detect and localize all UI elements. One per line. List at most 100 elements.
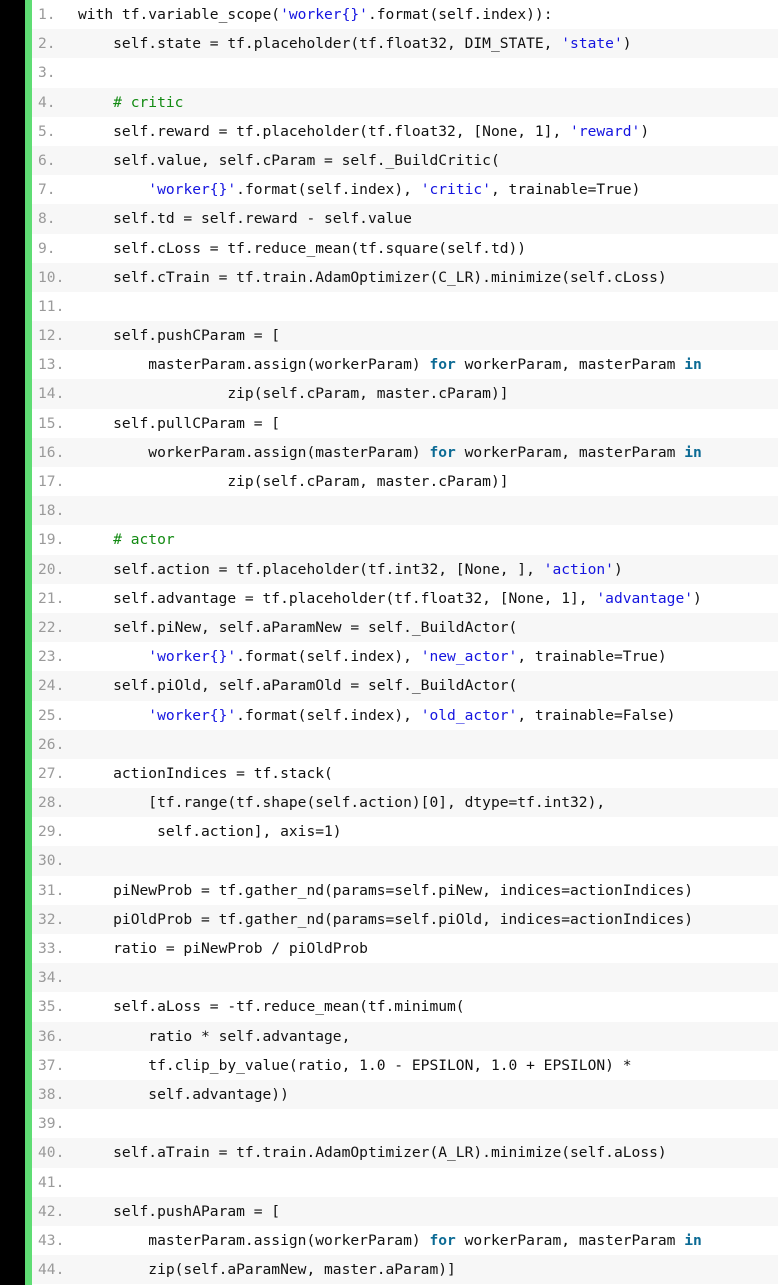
code-content-area[interactable]: 1. with tf.variable_scope('worker{}'.form…: [32, 0, 778, 1285]
line-text: with tf.variable_scope('worker{}'.format…: [78, 6, 552, 23]
token-plain: workerParam, masterParam: [455, 356, 685, 374]
line-text: self.advantage)): [78, 1086, 289, 1103]
code-line[interactable]: 21. self.advantage = tf.placeholder(tf.f…: [32, 583, 778, 613]
token-plain: self.reward = tf.placeholder(tf.float32,…: [78, 122, 571, 140]
code-line[interactable]: 23. 'worker{}'.format(self.index), 'new_…: [32, 642, 778, 672]
code-line[interactable]: 43. masterParam.assign(workerParam) for …: [32, 1225, 778, 1256]
line-text: self.aLoss = -tf.reduce_mean(tf.minimum(: [78, 998, 464, 1015]
code-line[interactable]: 3.: [32, 58, 778, 88]
code-line[interactable]: 5. self.reward = tf.placeholder(tf.float…: [32, 116, 778, 146]
code-line[interactable]: 14. zip(self.cParam, master.cParam)]: [32, 379, 778, 409]
line-number: 23.: [38, 648, 65, 666]
line-number: 4.: [38, 93, 56, 111]
code-line[interactable]: 30.: [32, 846, 778, 876]
line-text: # critic: [78, 94, 183, 111]
code-line[interactable]: 11.: [32, 291, 778, 322]
token-plain: zip(self.cParam, master.cParam)]: [78, 473, 509, 490]
code-line[interactable]: 25. 'worker{}'.format(self.index), 'old_…: [32, 700, 778, 730]
token-plain: , trainable=False): [517, 706, 676, 724]
line-number: 31.: [38, 881, 65, 899]
line-number: 27.: [38, 764, 65, 782]
code-line[interactable]: 19. # actor: [32, 525, 778, 555]
token-plain: ): [622, 35, 632, 53]
code-line[interactable]: 16. workerParam.assign(masterParam) for …: [32, 437, 778, 467]
code-line[interactable]: 7. 'worker{}'.format(self.index), 'criti…: [32, 175, 778, 205]
code-line[interactable]: 31. piNewProb = tf.gather_nd(params=self…: [32, 875, 778, 905]
code-line[interactable]: 9. self.cLoss = tf.reduce_mean(tf.square…: [32, 233, 778, 263]
code-line[interactable]: 15. self.pullCParam = [: [32, 408, 778, 438]
line-text: self.value, self.cParam = self._BuildCri…: [78, 152, 500, 169]
code-line[interactable]: 12. self.pushCParam = [: [32, 321, 778, 351]
code-line[interactable]: 2. self.state = tf.placeholder(tf.float3…: [32, 29, 778, 59]
code-line[interactable]: 39.: [32, 1109, 778, 1139]
line-text: actionIndices = tf.stack(: [78, 765, 333, 782]
code-line[interactable]: 10. self.cTrain = tf.train.AdamOptimizer…: [32, 262, 778, 292]
code-line[interactable]: 40. self.aTrain = tf.train.AdamOptimizer…: [32, 1138, 778, 1168]
token-string: 'critic': [420, 181, 491, 199]
line-number: 36.: [38, 1027, 65, 1045]
token-keyword: in: [684, 1231, 702, 1249]
token-plain: self.value, self.cParam = self._BuildCri…: [78, 151, 500, 169]
code-line[interactable]: 1. with tf.variable_scope('worker{}'.form…: [32, 0, 778, 30]
code-line[interactable]: 24. self.piOld, self.aParamOld = self._B…: [32, 671, 778, 701]
line-text: self.piOld, self.aParamOld = self._Build…: [78, 677, 517, 694]
code-line[interactable]: 34.: [32, 963, 778, 993]
code-line[interactable]: 33. ratio = piNewProb / piOldProb: [32, 934, 778, 964]
line-number: 10.: [38, 268, 65, 286]
token-plain: self.piNew, self.aParamNew = self._Build…: [78, 618, 518, 636]
code-line[interactable]: 8. self.td = self.reward - self.value: [32, 204, 778, 234]
line-number: 6.: [38, 151, 56, 169]
code-line[interactable]: 42. self.pushAParam = [: [32, 1196, 778, 1226]
code-line[interactable]: 44. zip(self.aParamNew, master.aParam)]: [32, 1255, 778, 1285]
code-line[interactable]: 22. self.piNew, self.aParamNew = self._B…: [32, 612, 778, 643]
code-line[interactable]: 36. ratio * self.advantage,: [32, 1021, 778, 1051]
line-number: 16.: [38, 443, 65, 461]
code-line[interactable]: 35. self.aLoss = -tf.reduce_mean(tf.mini…: [32, 992, 778, 1022]
code-line[interactable]: 18.: [32, 496, 778, 526]
token-string: 'worker{}': [280, 6, 368, 23]
line-number: 9.: [38, 239, 56, 257]
line-number: 18.: [38, 502, 65, 520]
line-text: 'worker{}'.format(self.index), 'old_acto…: [78, 706, 676, 724]
token-string: 'advantage': [596, 589, 694, 607]
token-keyword: for: [429, 443, 456, 461]
line-number: 40.: [38, 1144, 65, 1162]
green-accent-bar: [25, 0, 32, 1285]
token-string: 'old_actor': [420, 706, 518, 724]
code-line[interactable]: 17. zip(self.cParam, master.cParam)]: [32, 467, 778, 497]
code-line[interactable]: 26.: [32, 729, 778, 759]
line-text: zip(self.aParamNew, master.aParam)]: [78, 1261, 456, 1278]
token-string: 'state': [561, 35, 623, 53]
token-string: 'worker{}': [148, 648, 237, 666]
token-string: 'reward': [570, 122, 641, 140]
line-number: 21.: [38, 589, 65, 607]
code-line[interactable]: 41.: [32, 1167, 778, 1197]
code-line[interactable]: 4. # critic: [32, 87, 778, 117]
token-plain: self.state = tf.placeholder(tf.float32, …: [78, 35, 562, 53]
token-keyword: in: [684, 356, 702, 374]
code-line[interactable]: 28. [tf.range(tf.shape(self.action)[0], …: [32, 788, 778, 818]
line-text: piOldProb = tf.gather_nd(params=self.piO…: [78, 911, 693, 928]
code-line[interactable]: 13. masterParam.assign(workerParam) for …: [32, 350, 778, 380]
token-plain: workerParam, masterParam: [455, 1231, 685, 1249]
token-plain: self.cLoss = tf.reduce_mean(tf.square(se…: [78, 239, 527, 257]
token-plain: .format(self.index),: [236, 706, 421, 724]
code-line[interactable]: 37. tf.clip_by_value(ratio, 1.0 - EPSILO…: [32, 1050, 778, 1080]
token-plain: self.advantage = tf.placeholder(tf.float…: [78, 589, 597, 607]
line-number: 8.: [38, 210, 56, 228]
token-plain: workerParam, masterParam: [455, 443, 685, 461]
code-line[interactable]: 6. self.value, self.cParam = self._Build…: [32, 145, 778, 176]
line-number: 43.: [38, 1231, 65, 1249]
code-line[interactable]: 32. piOldProb = tf.gather_nd(params=self…: [32, 904, 778, 934]
code-line[interactable]: 29. self.action], axis=1): [32, 817, 778, 847]
code-line[interactable]: 27. actionIndices = tf.stack(: [32, 758, 778, 789]
line-text: piNewProb = tf.gather_nd(params=self.piN…: [78, 882, 693, 899]
token-string: 'worker{}': [148, 181, 237, 199]
line-number: 24.: [38, 677, 65, 695]
code-line[interactable]: 20. self.action = tf.placeholder(tf.int3…: [32, 554, 778, 584]
code-line[interactable]: 38. self.advantage)): [32, 1079, 778, 1110]
line-number: 19.: [38, 531, 65, 549]
line-number: 1.: [38, 6, 56, 23]
token-plain: .format(self.index)):: [367, 6, 553, 23]
